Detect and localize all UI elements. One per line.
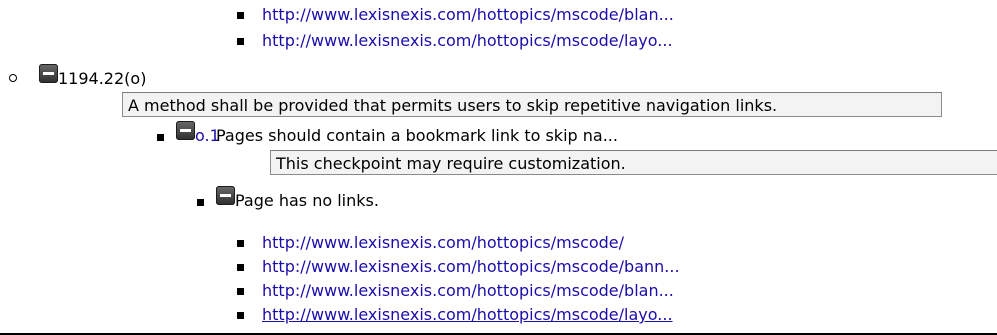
list-item: http://www.lexisnexis.com/hottopics/msco… bbox=[0, 30, 997, 52]
list-item: http://www.lexisnexis.com/hottopics/msco… bbox=[0, 4, 997, 26]
checkpoint-text: Pages should contain a bookmark link to … bbox=[216, 126, 618, 145]
collapse-toggle-icon[interactable] bbox=[176, 121, 195, 140]
list-item: http://www.lexisnexis.com/hottopics/msco… bbox=[0, 280, 997, 302]
list-item: http://www.lexisnexis.com/hottopics/msco… bbox=[0, 256, 997, 278]
section-item: 1194.22(o) bbox=[0, 64, 997, 88]
square-bullet-icon bbox=[237, 312, 244, 319]
url-link[interactable]: http://www.lexisnexis.com/hottopics/msco… bbox=[262, 30, 673, 52]
url-link[interactable]: http://www.lexisnexis.com/hottopics/msco… bbox=[262, 256, 680, 278]
square-bullet-icon bbox=[237, 288, 244, 295]
result-item: Page has no links. bbox=[0, 186, 997, 210]
collapse-toggle-icon[interactable] bbox=[39, 64, 58, 83]
square-bullet-icon bbox=[237, 240, 244, 247]
section-description-box: A method shall be provided that permits … bbox=[122, 92, 942, 117]
url-link[interactable]: http://www.lexisnexis.com/hottopics/msco… bbox=[262, 280, 674, 302]
section-title: 1194.22(o) bbox=[58, 69, 147, 88]
url-link[interactable]: http://www.lexisnexis.com/hottopics/msco… bbox=[262, 304, 673, 326]
section-description: A method shall be provided that permits … bbox=[128, 96, 778, 115]
square-bullet-icon bbox=[157, 134, 164, 141]
square-bullet-icon bbox=[197, 199, 204, 206]
square-bullet-icon bbox=[237, 12, 244, 19]
list-item: http://www.lexisnexis.com/hottopics/msco… bbox=[0, 304, 997, 326]
circle-bullet-icon bbox=[9, 74, 17, 82]
checkpoint-item: o.1 Pages should contain a bookmark link… bbox=[0, 121, 997, 145]
url-link[interactable]: http://www.lexisnexis.com/hottopics/msco… bbox=[262, 232, 624, 254]
square-bullet-icon bbox=[237, 38, 244, 45]
checkpoint-note-box: This checkpoint may require customizatio… bbox=[270, 150, 997, 175]
url-link[interactable]: http://www.lexisnexis.com/hottopics/msco… bbox=[262, 4, 674, 26]
checkpoint-note: This checkpoint may require customizatio… bbox=[276, 154, 626, 173]
square-bullet-icon bbox=[237, 264, 244, 271]
result-text: Page has no links. bbox=[235, 191, 379, 210]
list-item: http://www.lexisnexis.com/hottopics/msco… bbox=[0, 232, 997, 254]
collapse-toggle-icon[interactable] bbox=[216, 186, 235, 205]
